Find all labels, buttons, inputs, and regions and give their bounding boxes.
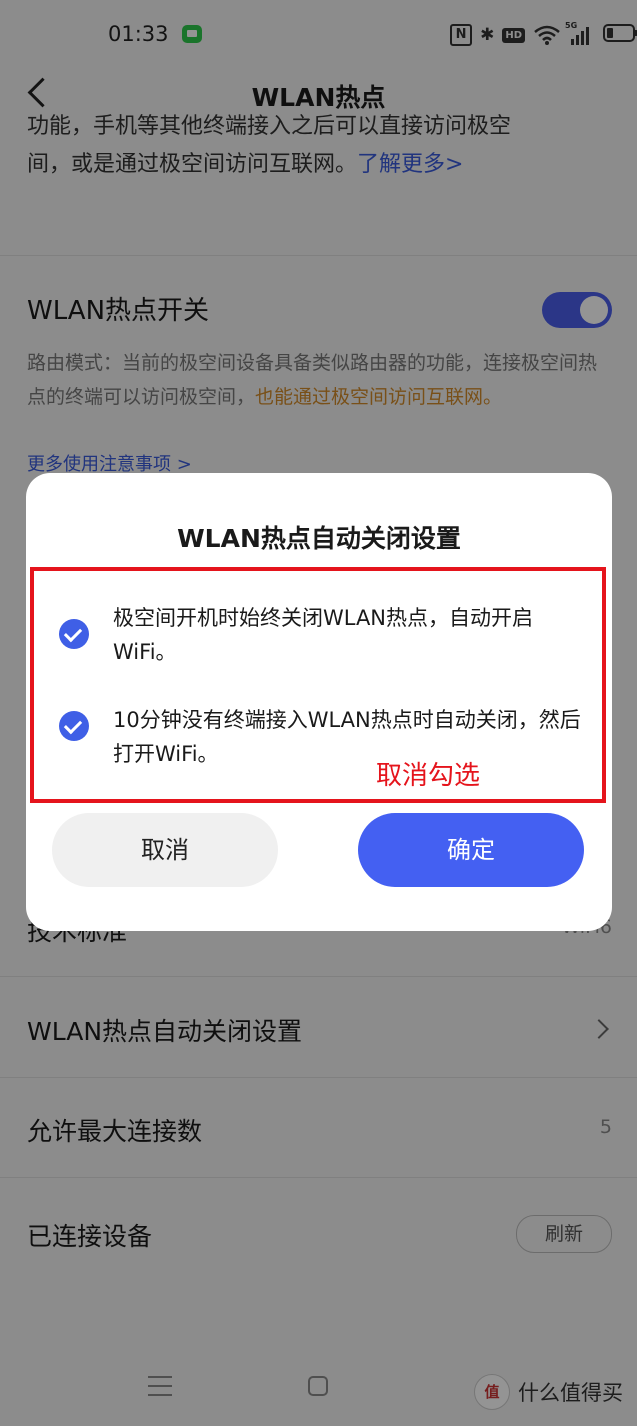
cancel-button[interactable]: 取消 <box>52 813 278 887</box>
hotspot-settings-page: 01:33 N ✱ HD 5G WLAN热点 功能，手机等其他终端接入之后可以直… <box>0 0 637 1426</box>
annotation-highlight-box <box>30 567 606 803</box>
confirm-button[interactable]: 确定 <box>358 813 584 887</box>
annotation-text: 取消勾选 <box>376 761 481 791</box>
dialog-title: WLAN热点自动关闭设置 <box>177 524 461 553</box>
